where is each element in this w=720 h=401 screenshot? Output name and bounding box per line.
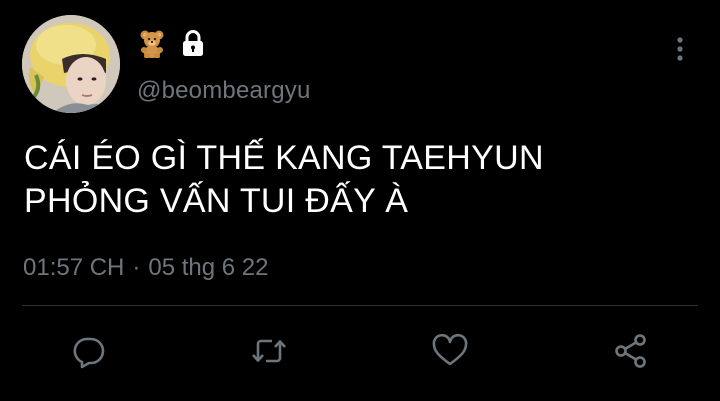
share-icon — [615, 334, 646, 368]
divider — [22, 305, 698, 306]
teddy-bear-icon — [140, 30, 164, 58]
tweet-time: 01:57 CH — [23, 254, 125, 281]
share-button[interactable] — [610, 330, 652, 372]
user-handle[interactable]: @beombeargyu — [137, 76, 311, 106]
like-button[interactable] — [429, 330, 471, 372]
tweet-text-line: CÁI ÉO GÌ THẾ KANG TAEHYUN — [24, 139, 544, 177]
avatar[interactable] — [22, 15, 120, 113]
reply-button[interactable] — [68, 330, 110, 372]
tweet-text: CÁI ÉO GÌ THẾ KANG TAEHYUN PHỎNG VẤN TUI… — [24, 137, 684, 223]
more-options-icon[interactable] — [670, 34, 690, 64]
lock-icon — [183, 30, 203, 56]
retweet-icon — [252, 339, 286, 363]
tweet-card: @beombeargyu CÁI ÉO GÌ THẾ KANG TAEHYUN … — [0, 0, 720, 401]
timestamp-separator: · — [132, 254, 141, 281]
tweet-text-line: PHỎNG VẤN TUI ĐẤY À — [24, 182, 409, 220]
tweet-timestamp[interactable]: 01:57 CH · 05 thg 6 22 — [23, 253, 269, 283]
reply-icon — [73, 337, 105, 369]
name-row — [138, 26, 206, 60]
action-bar — [0, 330, 720, 372]
like-icon — [432, 333, 468, 366]
retweet-button[interactable] — [248, 330, 290, 372]
tweet-date: 05 thg 6 22 — [148, 254, 269, 281]
